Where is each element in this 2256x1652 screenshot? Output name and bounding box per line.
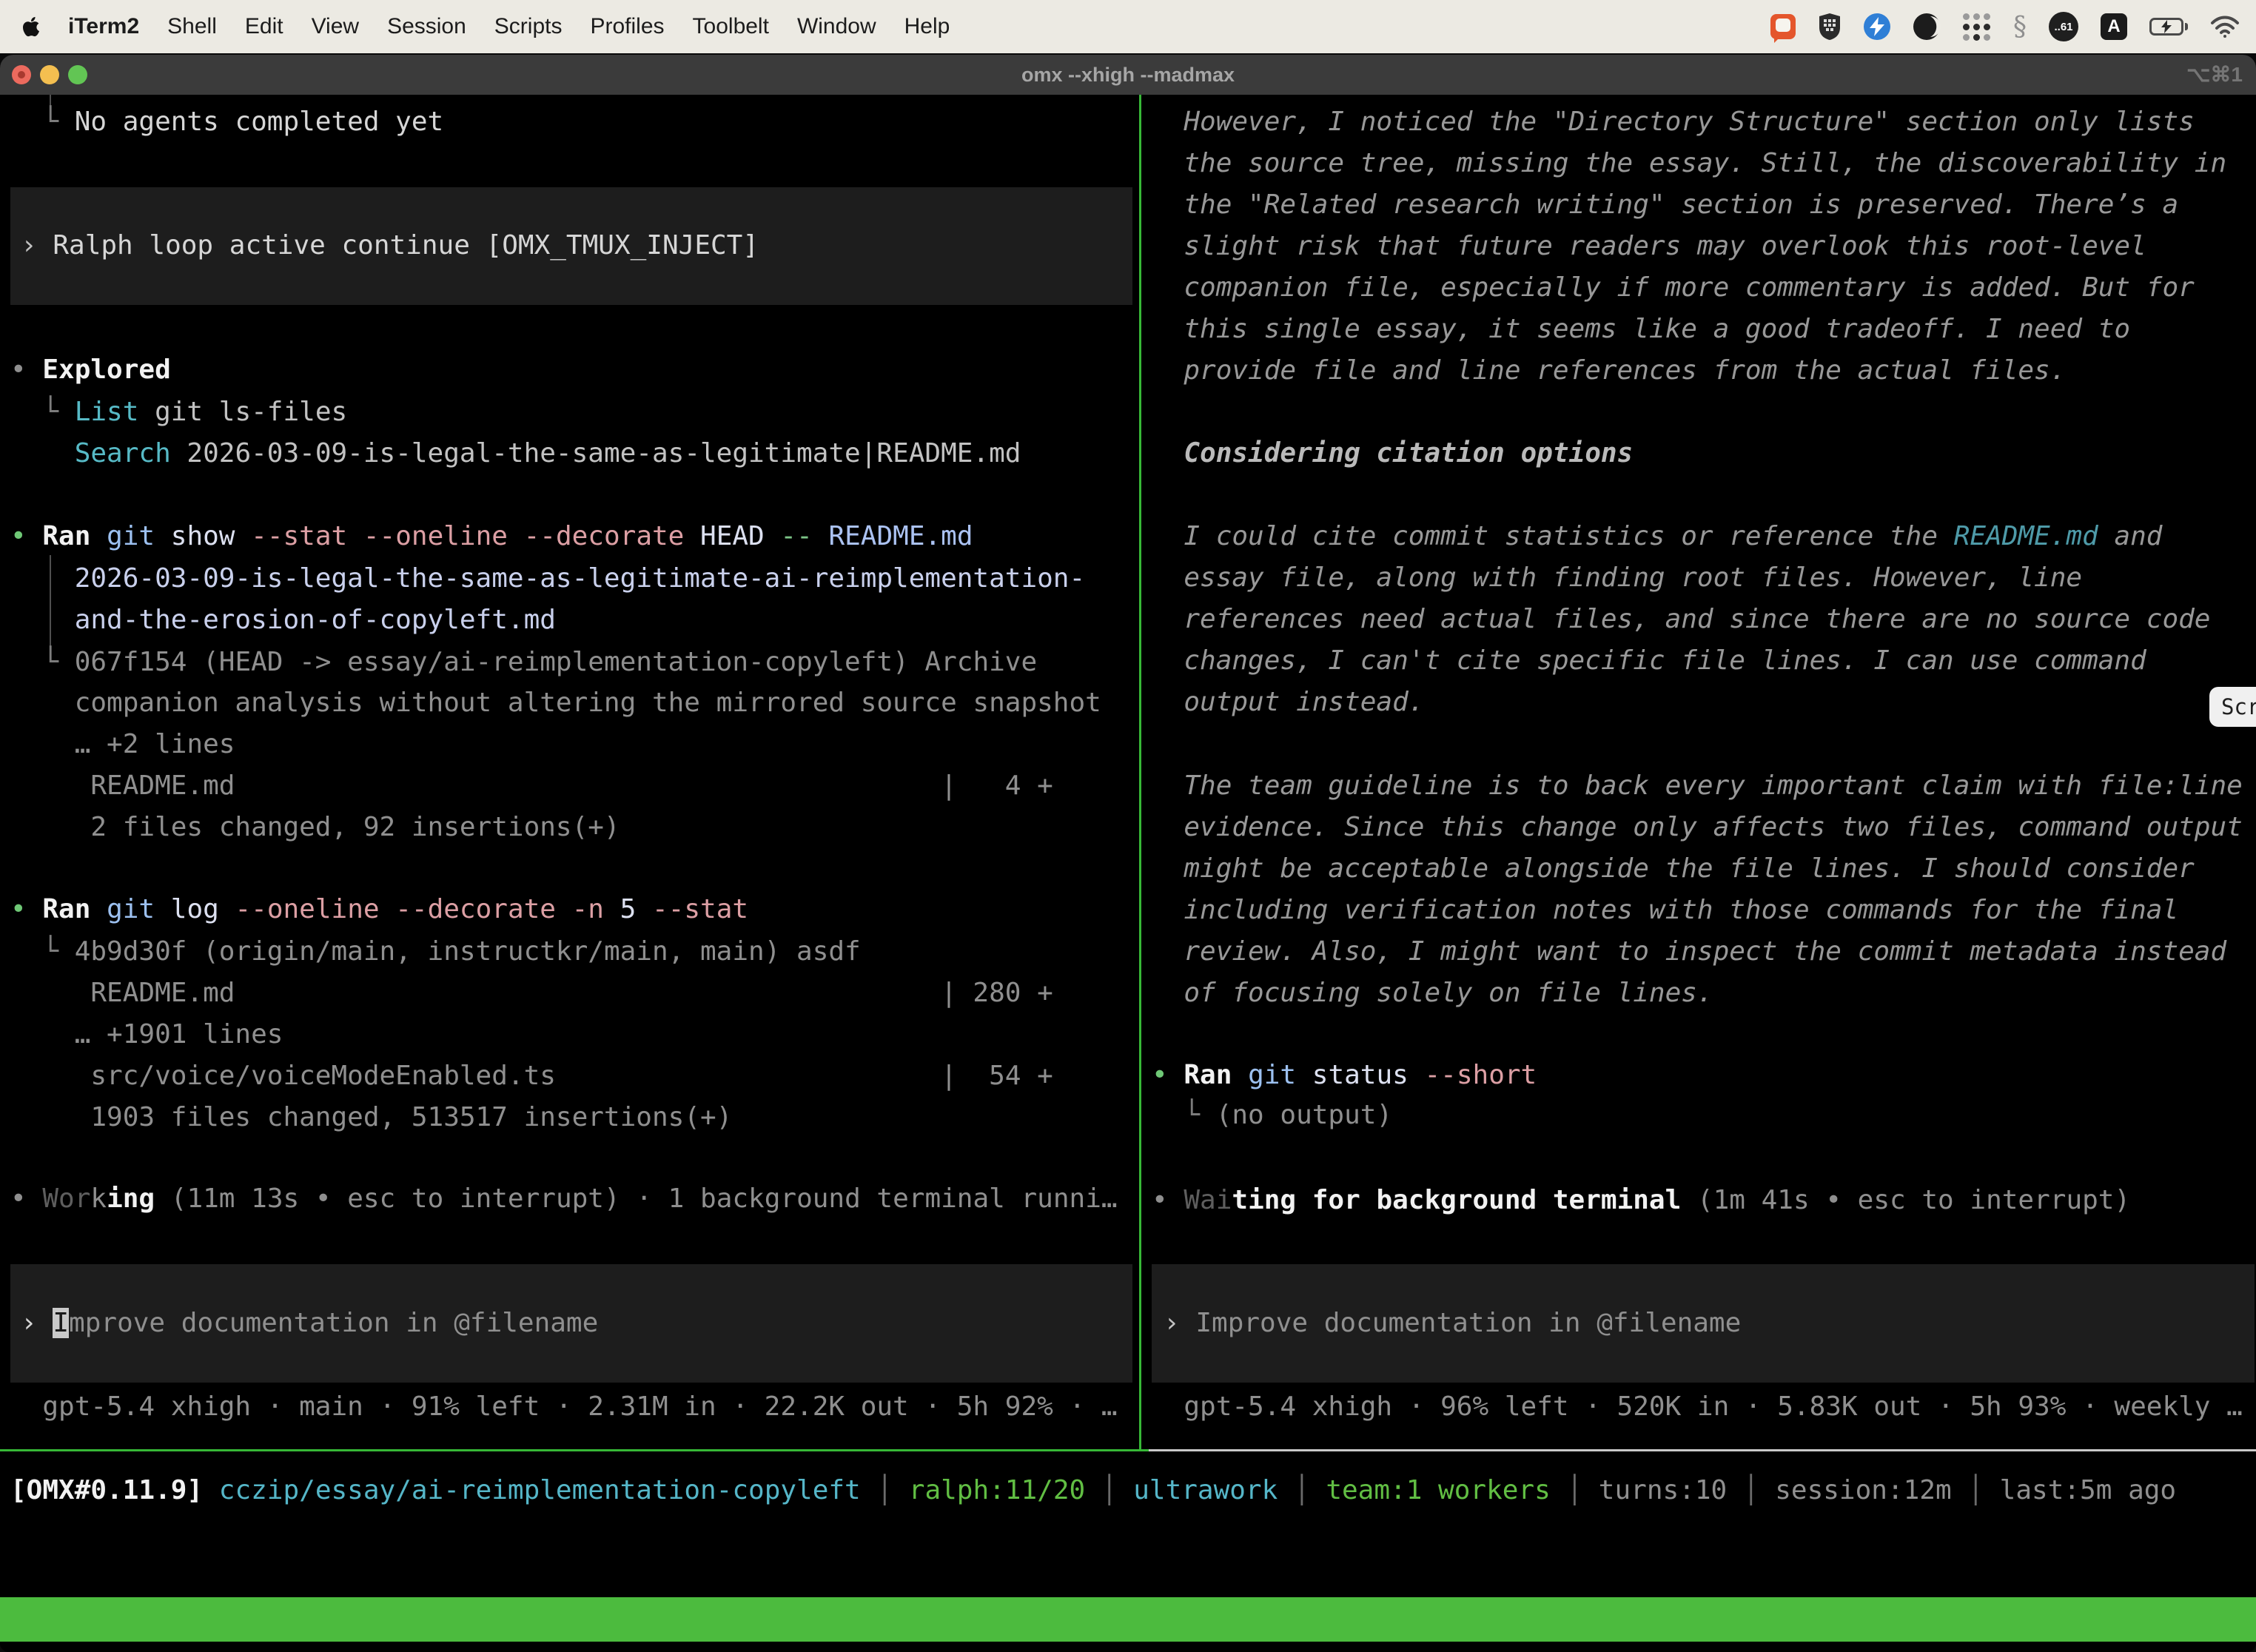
terminal-line: including verification notes with those …	[1152, 890, 2178, 931]
keyboard-layout-icon[interactable]: A	[2101, 13, 2127, 40]
terminal-line: 2 files changed, 92 insertions(+)	[10, 807, 620, 848]
terminal-line: • Working (11m 13s • esc to interrupt) ·…	[10, 1178, 1118, 1220]
terminal-line: └ (no output)	[1152, 1095, 1392, 1136]
menu-item-help[interactable]: Help	[904, 14, 950, 39]
terminal-line: However, I noticed the "Directory Struct…	[1152, 101, 2195, 143]
prompt-input-right[interactable]: › Improve documentation in @filename	[1152, 1264, 2255, 1383]
close-button[interactable]	[12, 65, 31, 84]
terminal-line: • Waiting for background terminal (1m 41…	[1152, 1180, 2130, 1221]
terminal-line: companion analysis without altering the …	[10, 682, 1101, 724]
terminal-line: › Improve documentation in @filename	[1164, 1303, 1741, 1344]
menu-item-window[interactable]: Window	[797, 14, 876, 39]
minimize-button[interactable]	[40, 65, 59, 84]
bolt-circle-icon[interactable]	[1864, 13, 1890, 40]
terminal-line: The team guideline is to back every impo…	[1152, 765, 2243, 807]
terminal-line: › Ralph loop active continue [OMX_TMUX_I…	[21, 225, 759, 266]
pane-divider[interactable]	[1139, 95, 1141, 1449]
tmux-status-bar: [omx-cczip0:bash* "MacBook-Pro-44.local"…	[0, 1597, 2256, 1642]
terminal-line: of focusing solely on file lines.	[1152, 973, 1713, 1014]
terminal-line: … +2 lines	[10, 724, 235, 765]
terminal-line: review. Also, I might want to inspect th…	[1152, 931, 2226, 973]
terminal-line: Considering citation options	[1152, 433, 1633, 474]
prompt-input-left[interactable]: › Improve documentation in @filename	[10, 1264, 1132, 1383]
zoom-button[interactable]	[68, 65, 87, 84]
terminal-line: gpt-5.4 xhigh · main · 91% left · 2.31M …	[10, 1386, 1118, 1428]
terminal-line: › Improve documentation in @filename	[21, 1303, 598, 1344]
window-title: omx --xhigh --madmax	[1021, 55, 1235, 95]
menu-item-toolbelt[interactable]: Toolbelt	[693, 14, 769, 39]
window-shortcut-badge: ⌥⌘1	[2186, 55, 2243, 95]
terminal-line: provide file and line references from th…	[1152, 350, 2066, 392]
terminal-line: the source tree, missing the essay. Stil…	[1152, 143, 2226, 184]
terminal-line: companion file, especially if more comme…	[1152, 267, 2195, 309]
terminal-line: might be acceptable alongside the file l…	[1152, 848, 2195, 890]
terminal-line: src/voice/voiceModeEnabled.ts | 54 +	[10, 1055, 1053, 1097]
screen-tooltip: Scre	[2209, 687, 2256, 727]
terminal-line: └ 067f154 (HEAD -> essay/ai-reimplementa…	[10, 642, 1037, 683]
terminal-line: evidence. Since this change only affects…	[1152, 807, 2243, 848]
squiggle-icon[interactable]: §	[2013, 12, 2027, 42]
battery-icon[interactable]	[2149, 18, 2188, 36]
terminal-line: • Ran git status --short	[1152, 1055, 1537, 1096]
terminal-line: └ List git ls-files	[10, 392, 347, 433]
terminal-line: essay file, along with finding root file…	[1152, 557, 2082, 599]
terminal-area[interactable]: › Ralph loop active continue [OMX_TMUX_I…	[0, 95, 2256, 1652]
terminal-line: └ 4b9d30f (origin/main, instructkr/main,…	[10, 931, 861, 973]
omx-status-bar: [OMX#0.11.9] cczip/essay/ai-reimplementa…	[10, 1470, 2176, 1511]
shield-grid-icon[interactable]	[1818, 13, 1842, 41]
terminal-line: 2026-03-09-is-legal-the-same-as-legitima…	[10, 558, 1085, 600]
right-agent-pane[interactable]: › Improve documentation in @filename How…	[1152, 95, 2255, 1449]
menu-item-scripts[interactable]: Scripts	[494, 14, 563, 39]
dots-grid-icon[interactable]	[1963, 13, 1991, 41]
gauge-61-icon[interactable]: ..61	[2049, 12, 2078, 41]
terminal-line: I could cite commit statistics or refere…	[1152, 516, 2162, 557]
terminal-line: README.md | 280 +	[10, 973, 1053, 1014]
terminal-line: └ No agents completed yet	[10, 101, 443, 143]
left-agent-pane[interactable]: › Ralph loop active continue [OMX_TMUX_I…	[10, 95, 1132, 1449]
terminal-line: • Ran git show --stat --oneline --decora…	[10, 516, 973, 557]
menu-item-profiles[interactable]: Profiles	[590, 14, 664, 39]
menu-item-edit[interactable]: Edit	[245, 14, 283, 39]
apple-logo-icon[interactable]	[22, 16, 40, 38]
terminal-line: this single essay, it seems like a good …	[1152, 309, 2130, 350]
menu-item-shell[interactable]: Shell	[167, 14, 217, 39]
terminal-line: • Explored	[10, 349, 171, 391]
crescent-circle-icon[interactable]	[1913, 13, 1941, 41]
terminal-line: and-the-erosion-of-copyleft.md	[10, 600, 556, 641]
chat-badge-icon[interactable]	[1770, 14, 1796, 39]
terminal-line: 1903 files changed, 513517 insertions(+)	[10, 1097, 732, 1138]
terminal-line: changes, I can't cite specific file line…	[1152, 640, 2146, 682]
menu-item-session[interactable]: Session	[387, 14, 466, 39]
ralph-loop-banner: › Ralph loop active continue [OMX_TMUX_I…	[10, 187, 1132, 305]
terminal-line: README.md | 4 +	[10, 765, 1053, 807]
title-bar[interactable]: omx --xhigh --madmax ⌥⌘1	[0, 55, 2256, 95]
menu-app-name[interactable]: iTerm2	[68, 14, 139, 39]
terminal-line: references need actual files, and since …	[1152, 599, 2210, 640]
terminal-line: gpt-5.4 xhigh · 96% left · 520K in · 5.8…	[1152, 1386, 2243, 1428]
wifi-icon[interactable]	[2210, 16, 2240, 38]
terminal-line: • Ran git log --oneline --decorate -n 5 …	[10, 889, 748, 930]
terminal-line: … +1901 lines	[10, 1014, 283, 1055]
menu-item-view[interactable]: View	[312, 14, 359, 39]
terminal-line: output instead.	[1152, 682, 1424, 723]
iterm-window: omx --xhigh --madmax ⌥⌘1 › Ralph loop ac…	[0, 55, 2256, 1652]
terminal-line: slight risk that future readers may over…	[1152, 226, 2146, 267]
tmux-session-label: [omx-cczip0:bash*	[7, 1642, 280, 1652]
menu-bar: iTerm2 Shell Edit View Session Scripts Profil…	[0, 0, 2256, 53]
active-pane-border	[0, 1449, 1149, 1451]
terminal-line: the "Related research writing" section i…	[1152, 184, 2178, 226]
inactive-pane-border	[1149, 1449, 2256, 1451]
terminal-line: Search 2026-03-09-is-legal-the-same-as-l…	[10, 433, 1021, 474]
